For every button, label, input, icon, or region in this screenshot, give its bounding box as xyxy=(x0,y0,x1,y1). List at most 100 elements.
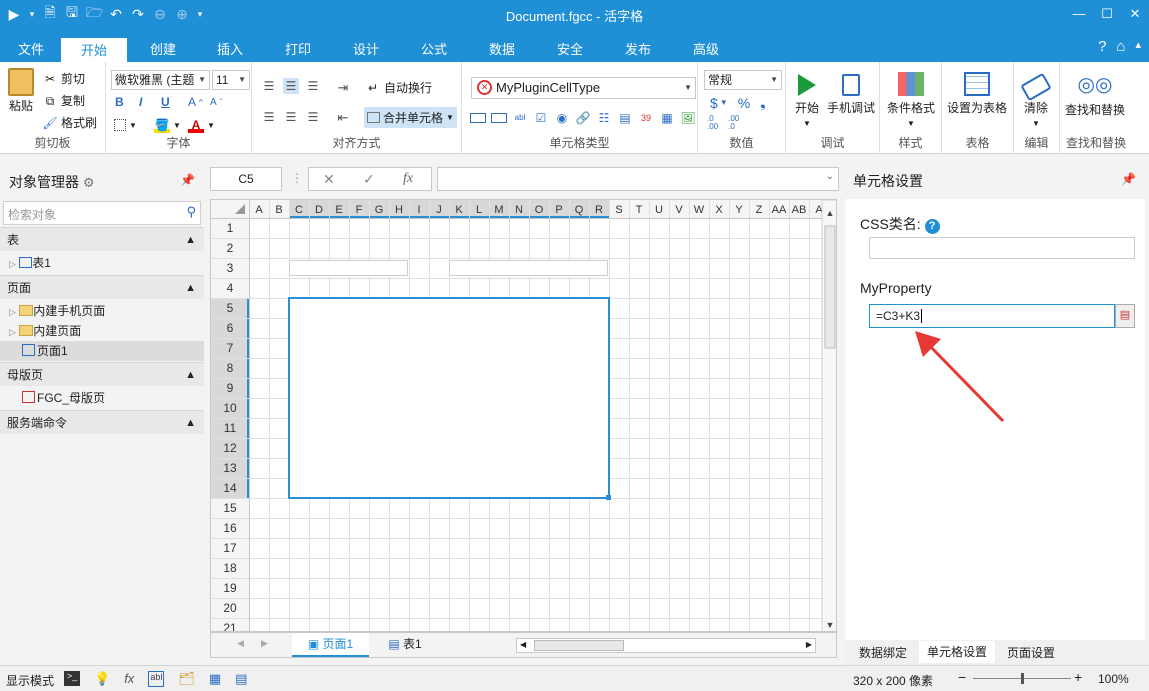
wrap-text-button[interactable]: ↵ 自动换行 xyxy=(365,79,432,96)
comma-button[interactable]: ❟ xyxy=(760,94,766,111)
calendar-type-icon[interactable]: 39 xyxy=(638,110,654,126)
hyperlink-type-icon[interactable]: 🔗 xyxy=(575,110,591,126)
border-button[interactable]: ▼ xyxy=(114,119,137,131)
formula-input[interactable]: ⌄ xyxy=(437,167,839,191)
format-painter-button[interactable]: 🖌 格式刷 xyxy=(42,114,97,131)
expand-icon[interactable]: ▷ xyxy=(0,327,16,337)
pin-icon[interactable]: 📌 xyxy=(1121,172,1136,186)
fill-color-button[interactable]: 🪣 ▼ xyxy=(154,117,181,133)
search-icon[interactable]: ⚲ xyxy=(186,204,196,220)
image-type-icon[interactable]: 🖼 xyxy=(680,110,696,126)
align-left-icon[interactable]: ☰ xyxy=(261,109,277,125)
label-type-icon[interactable]: abl xyxy=(512,110,528,126)
collapse-ribbon-icon[interactable]: ▴ xyxy=(1135,38,1141,55)
tree-item-mobile-pages[interactable]: ▷ 内建手机页面 xyxy=(0,301,204,321)
tab-security[interactable]: 安全 xyxy=(545,37,595,62)
conditional-format-button[interactable]: 条件格式 ▼ xyxy=(887,72,935,128)
home-icon[interactable]: ⌂ xyxy=(1116,38,1125,55)
tree-item-master-page[interactable]: FGC_母版页 xyxy=(0,388,204,408)
find-replace-button[interactable]: ◎◎ 查找和替换 xyxy=(1065,72,1125,118)
cut-button[interactable]: ✂ 剪切 xyxy=(42,70,85,87)
mobile-grid-icon[interactable]: ▦ xyxy=(209,671,221,687)
tab-file[interactable]: 文件 xyxy=(6,37,56,62)
expand-icon[interactable]: ▷ xyxy=(0,259,16,269)
run-icon[interactable]: ▶ xyxy=(6,6,22,23)
percent-button[interactable]: % xyxy=(738,95,750,111)
horizontal-scroll-thumb[interactable] xyxy=(534,640,624,651)
css-class-input[interactable] xyxy=(869,237,1135,259)
formula-editor-button[interactable]: ▤ xyxy=(1115,304,1135,328)
zoom-out-icon[interactable]: − xyxy=(958,669,966,685)
tab-data[interactable]: 数据 xyxy=(477,37,527,62)
shrink-font-button[interactable]: Aˇ xyxy=(210,97,222,108)
section-tables[interactable]: 表 ▲ xyxy=(0,227,204,251)
decrease-decimal-icon[interactable]: .00.0 xyxy=(728,115,739,131)
tab-page-settings[interactable]: 页面设置 xyxy=(999,643,1063,663)
cancel-icon[interactable]: ✕ xyxy=(323,171,335,188)
expand-icon[interactable]: ▷ xyxy=(0,307,16,317)
zoom-slider[interactable] xyxy=(973,673,1071,684)
tab-formula[interactable]: 公式 xyxy=(409,37,459,62)
align-bottom-icon[interactable]: ☰ xyxy=(305,78,321,94)
bold-button[interactable]: B xyxy=(115,95,124,109)
currency-button[interactable]: $ xyxy=(710,95,718,111)
tree-item-page1[interactable]: 页面1 xyxy=(0,341,204,361)
maximize-icon[interactable]: ☐ xyxy=(1093,0,1121,28)
back-icon[interactable]: ⊖ xyxy=(152,6,168,23)
help-icon[interactable]: ? xyxy=(1098,38,1106,55)
horizontal-scrollbar[interactable]: ◀ ▶ xyxy=(516,638,816,653)
terminal-icon[interactable]: >_ xyxy=(64,671,80,686)
align-top-icon[interactable]: ☰ xyxy=(261,78,277,94)
layout-icon[interactable]: ▤ xyxy=(235,671,247,687)
open-folder-icon[interactable]: 🗁 xyxy=(86,2,103,26)
object-search-input[interactable]: 检索对象 ⚲ xyxy=(3,201,201,225)
pin-icon[interactable]: 📌 xyxy=(180,173,195,187)
prev-sheet-icon[interactable]: ◀ xyxy=(237,638,244,649)
font-size-combo[interactable]: 11 ▼ xyxy=(212,70,250,90)
confirm-icon[interactable]: ✓ xyxy=(363,171,375,188)
increase-decimal-icon[interactable]: .0.00 xyxy=(707,115,718,131)
italic-button[interactable]: I xyxy=(139,95,142,109)
tab-print[interactable]: 打印 xyxy=(273,37,323,62)
tab-publish[interactable]: 发布 xyxy=(613,37,663,62)
tab-advanced[interactable]: 高级 xyxy=(681,37,731,62)
font-color-button[interactable]: A ▼ xyxy=(188,117,215,133)
grid-type-icon[interactable]: ▦ xyxy=(659,110,675,126)
list-type-icon[interactable]: ☷ xyxy=(596,110,612,126)
name-box[interactable]: C5 xyxy=(210,167,282,191)
undo-icon[interactable]: ↶ xyxy=(108,6,124,23)
textbox-type-icon[interactable] xyxy=(470,113,486,123)
section-master-pages[interactable]: 母版页 ▲ xyxy=(0,362,204,386)
tree-item-table1[interactable]: ▷ 表1 xyxy=(0,253,204,273)
tab-create[interactable]: 创建 xyxy=(138,37,188,62)
new-document-icon[interactable]: 🗎 xyxy=(42,2,58,26)
tab-data-binding[interactable]: 数据绑定 xyxy=(851,643,915,663)
section-pages[interactable]: 页面 ▲ xyxy=(0,275,204,299)
scroll-right-icon[interactable]: ▶ xyxy=(806,640,812,649)
grow-font-button[interactable]: A ^ xyxy=(188,95,203,109)
indent-icon[interactable]: ⇥ xyxy=(335,80,351,96)
redo-icon[interactable]: ↷ xyxy=(130,6,146,23)
outdent-icon[interactable]: ⇤ xyxy=(335,110,351,126)
tree-item-builtin-pages[interactable]: ▷ 内建页面 xyxy=(0,321,204,341)
sheet-tab-page1[interactable]: ▣ 页面1 xyxy=(292,633,369,657)
zoom-slider-thumb[interactable] xyxy=(1021,673,1024,684)
minimize-icon[interactable]: — xyxy=(1065,0,1093,28)
function-icon[interactable]: fx xyxy=(124,671,134,687)
grid-canvas[interactable]: A B C D E F G H I J K L M N O P Q R S T U V W X Y Z AA AB A123456789… xyxy=(211,200,837,632)
clear-button[interactable]: 清除 ▼ xyxy=(1020,72,1052,128)
radio-type-icon[interactable]: ◉ xyxy=(554,110,570,126)
spreadsheet-grid[interactable]: A B C D E F G H I J K L M N O P Q R S T U V W X Y Z AA AB A 1 2 3 4 5 6 7 8 9… xyxy=(210,199,837,632)
align-middle-icon[interactable]: ☰ xyxy=(283,78,299,94)
insert-function-icon[interactable]: fx xyxy=(403,171,413,187)
help-icon[interactable]: ? xyxy=(924,219,940,234)
next-sheet-icon[interactable]: ▶ xyxy=(261,638,268,649)
merge-cells-button[interactable]: 合并单元格 ▼ xyxy=(364,107,457,128)
number-format-combo[interactable]: 常规 ▼ xyxy=(704,70,782,90)
combobox-type-icon[interactable]: ▤ xyxy=(617,110,633,126)
start-button[interactable]: 开始 ▼ xyxy=(795,74,819,128)
zoom-in-icon[interactable]: + xyxy=(1074,669,1082,685)
sheet-tab-table1[interactable]: ▤ 表1 xyxy=(375,633,435,657)
copy-button[interactable]: ⧉ 复制 xyxy=(42,92,85,109)
expand-formula-icon[interactable]: ⌄ xyxy=(826,171,834,182)
